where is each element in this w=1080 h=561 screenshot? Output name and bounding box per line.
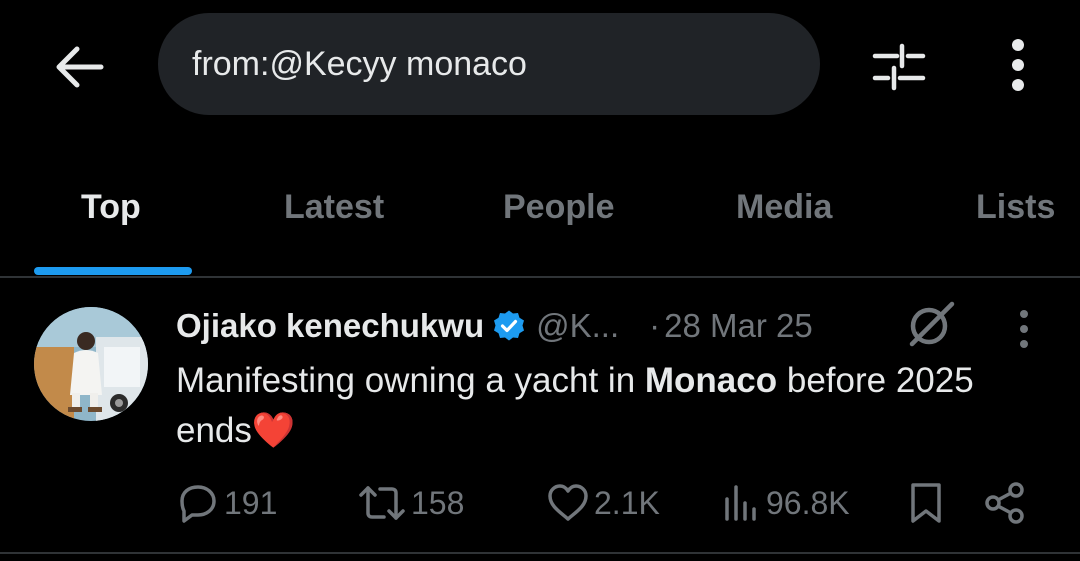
tab-people[interactable]: People: [503, 188, 614, 227]
tab-lists[interactable]: Lists: [976, 188, 1055, 227]
author-name[interactable]: Ojiako kenechukwu: [176, 307, 484, 345]
more-options-button[interactable]: [990, 34, 1046, 96]
tab-media[interactable]: Media: [736, 188, 832, 227]
views-button[interactable]: 96.8K: [722, 478, 850, 528]
view-count: 96.8K: [766, 484, 850, 521]
search-bar[interactable]: [158, 13, 820, 115]
share-button[interactable]: [984, 478, 1026, 528]
separator-dot: ·: [649, 307, 661, 344]
vertical-ellipsis-icon: [1020, 310, 1028, 348]
tweet-header: Ojiako kenechukwu @K... · 28 Mar 25: [176, 302, 813, 350]
reply-count: 191: [224, 484, 278, 521]
bookmark-icon: [911, 483, 941, 523]
reply-button[interactable]: 191: [176, 478, 277, 528]
tab-latest[interactable]: Latest: [284, 188, 384, 227]
verified-badge-icon[interactable]: [492, 309, 526, 343]
tweet-divider: [0, 552, 1080, 554]
reply-icon: [180, 485, 216, 523]
sliders-icon: [872, 43, 926, 91]
search-tabs: Top Latest People Media Lists: [0, 150, 1080, 277]
bookmark-button[interactable]: [908, 478, 944, 528]
heart-emoji: ❤️: [251, 411, 296, 450]
search-filters-button[interactable]: [866, 36, 932, 98]
vertical-ellipsis-icon: [1012, 39, 1024, 91]
grok-icon[interactable]: [906, 300, 956, 350]
search-input[interactable]: [192, 44, 792, 84]
avatar[interactable]: [34, 307, 148, 421]
tabs-divider: [0, 276, 1080, 278]
search-results-screen: Top Latest People Media Lists Ojiako ken…: [0, 0, 1080, 561]
active-tab-indicator: [34, 267, 192, 275]
tweet-text-before: Manifesting owning a yacht in: [176, 361, 645, 400]
avatar-photo: [34, 307, 148, 421]
arrow-left-icon: [56, 46, 104, 88]
heart-icon: [548, 484, 588, 521]
repost-icon: [359, 486, 405, 520]
like-button[interactable]: 2.1K: [546, 478, 660, 528]
repost-button[interactable]: 158: [357, 478, 464, 528]
back-button[interactable]: [48, 36, 110, 98]
share-icon: [985, 482, 1024, 524]
repost-count: 158: [411, 484, 465, 521]
tweet-more-button[interactable]: [1008, 308, 1040, 350]
tweet-text: Manifesting owning a yacht in Monaco bef…: [176, 356, 1056, 456]
like-count: 2.1K: [594, 484, 660, 521]
tab-top[interactable]: Top: [81, 188, 141, 227]
author-handle[interactable]: @K...: [536, 307, 619, 345]
search-match-highlight: Monaco: [644, 361, 778, 400]
analytics-icon: [725, 485, 756, 521]
tweet-date[interactable]: 28 Mar 25: [664, 307, 813, 345]
